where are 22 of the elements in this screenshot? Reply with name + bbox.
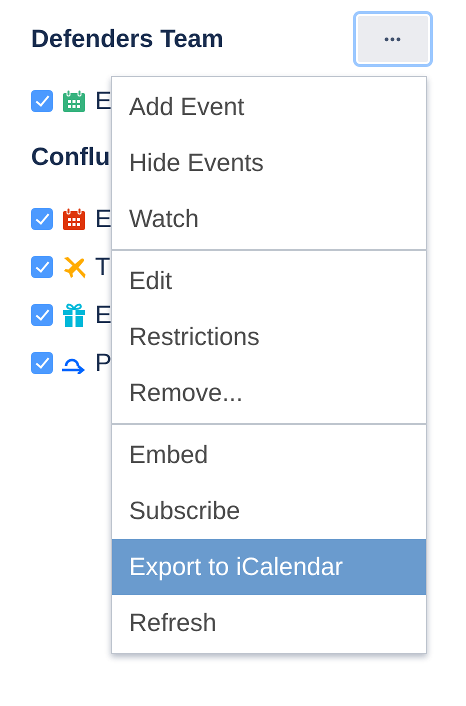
menu-item[interactable]: Hide Events xyxy=(112,135,426,191)
checkbox[interactable] xyxy=(31,352,53,374)
calendar-name: T xyxy=(95,252,110,282)
calendar-name: E xyxy=(95,86,112,116)
calendar-name: E xyxy=(95,300,112,330)
calendar-name: P xyxy=(95,348,112,378)
menu-item[interactable]: Watch xyxy=(112,191,426,247)
checkbox[interactable] xyxy=(31,90,53,112)
checkbox[interactable] xyxy=(31,256,53,278)
menu-item[interactable]: Refresh xyxy=(112,595,426,651)
menu-item[interactable]: Edit xyxy=(112,253,426,309)
group-title: Defenders Team xyxy=(31,24,224,54)
calendar-name: E xyxy=(95,204,112,234)
menu-item[interactable]: Restrictions xyxy=(112,309,426,365)
group-title: Conflu xyxy=(31,142,110,172)
checkbox[interactable] xyxy=(31,304,53,326)
checkbox[interactable] xyxy=(31,208,53,230)
menu-item[interactable]: Embed xyxy=(112,427,426,483)
menu-item[interactable]: Remove... xyxy=(112,365,426,421)
menu-item[interactable]: Add Event xyxy=(112,79,426,135)
more-button[interactable]: ••• xyxy=(356,14,430,64)
menu-item[interactable]: Subscribe xyxy=(112,483,426,539)
